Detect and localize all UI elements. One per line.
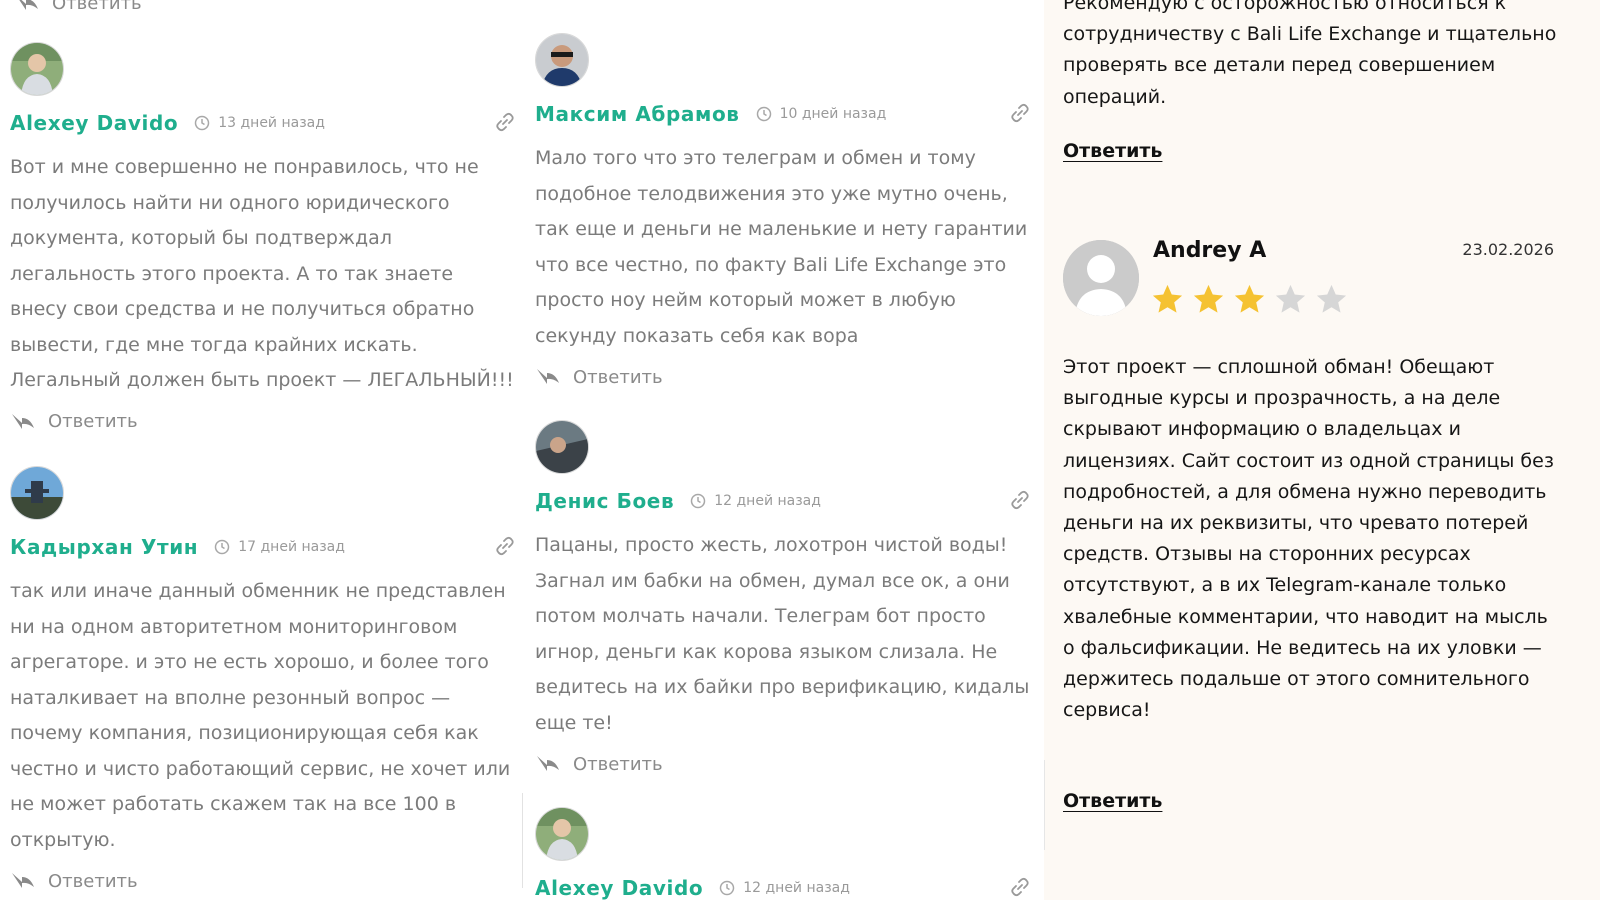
avatar[interactable] xyxy=(535,33,589,87)
clock-icon xyxy=(719,880,735,896)
star-filled-icon xyxy=(1152,284,1183,313)
comment: Alexey Davido 13 дней назад Вот и мне со… xyxy=(10,42,515,437)
comment: Максим Абрамов 10 дней назад Мало того ч… xyxy=(535,33,1030,392)
link-icon[interactable] xyxy=(1010,103,1030,123)
clock-icon xyxy=(194,115,210,131)
comment-author[interactable]: Максим Абрамов xyxy=(535,102,740,126)
reply-arrow-icon xyxy=(537,369,559,384)
comment-author[interactable]: Alexey Davido xyxy=(10,111,178,135)
comment-text: Мало того что это телеграм и обмен и том… xyxy=(535,147,1028,347)
comment-author[interactable]: Кадырхан Утин xyxy=(10,535,198,559)
review-date: 23.02.2026 xyxy=(1462,240,1554,259)
reply-arrow-icon xyxy=(12,413,34,429)
review-text: Этот проект — сплошной обман! Обещают вы… xyxy=(1063,356,1554,722)
review-panel: Рекомендую с осторожностью относиться к … xyxy=(1044,0,1600,900)
reply-button[interactable]: Ответить xyxy=(535,749,1030,779)
rating-stars xyxy=(1150,282,1349,317)
avatar[interactable] xyxy=(535,420,589,474)
comment: Alexey Davido 12 дней назад xyxy=(535,807,1030,905)
reply-button[interactable]: Ответить xyxy=(10,866,515,896)
comment-time: 12 дней назад xyxy=(719,880,850,896)
column-divider xyxy=(522,793,523,888)
comment-text: Вот и мне совершенно не понравилось, что… xyxy=(10,156,514,391)
star-filled-icon xyxy=(1193,284,1224,313)
comment-time: 12 дней назад xyxy=(690,493,821,509)
avatar[interactable] xyxy=(10,42,64,96)
star-empty-icon xyxy=(1316,284,1347,313)
comment-author[interactable]: Alexey Davido xyxy=(535,876,703,900)
link-icon[interactable] xyxy=(1010,490,1030,510)
avatar[interactable] xyxy=(10,466,64,520)
star-filled-icon xyxy=(1234,284,1265,313)
avatar xyxy=(1063,240,1139,316)
user-placeholder-icon xyxy=(1063,240,1139,316)
link-icon[interactable] xyxy=(495,536,515,556)
reply-label: Ответить xyxy=(573,753,663,775)
reply-button[interactable]: Ответить xyxy=(1063,140,1162,162)
clock-icon xyxy=(214,539,230,555)
reply-label: Ответить xyxy=(48,870,138,892)
reply-arrow-icon xyxy=(19,0,38,10)
link-icon[interactable] xyxy=(1010,877,1030,897)
reply-button[interactable]: Ответить xyxy=(1063,790,1162,812)
reply-label: Ответить xyxy=(52,0,142,14)
comment-time: 17 дней назад xyxy=(214,539,345,555)
clock-icon xyxy=(690,493,706,509)
comment-text: Пацаны, просто жесть, лохотрон чистой во… xyxy=(535,534,1030,734)
review-text: Рекомендую с осторожностью относиться к … xyxy=(1063,0,1557,108)
link-icon[interactable] xyxy=(495,112,515,132)
avatar[interactable] xyxy=(535,807,589,861)
clock-icon xyxy=(756,106,771,122)
review-author: Andrey A xyxy=(1153,238,1267,263)
reply-button[interactable]: Ответить xyxy=(10,407,515,437)
reply-button[interactable]: Ответить xyxy=(535,362,1030,392)
reply-label: Ответить xyxy=(48,411,138,432)
reply-arrow-icon xyxy=(537,756,559,771)
reply-button[interactable]: Ответить xyxy=(14,0,142,18)
comment-text: так или иначе данный обменник не предста… xyxy=(10,580,511,851)
comment: Кадырхан Утин 17 дней назад так или инач… xyxy=(10,466,515,896)
panel-divider xyxy=(1044,760,1045,850)
comment: Денис Боев 12 дней назад Пацаны, просто … xyxy=(535,420,1030,779)
comment-time: 13 дней назад xyxy=(194,115,325,131)
reply-arrow-icon xyxy=(12,873,34,888)
comment-author[interactable]: Денис Боев xyxy=(535,489,674,513)
reply-label: Ответить xyxy=(573,366,663,388)
comment-time: 10 дней назад xyxy=(756,106,886,122)
star-empty-icon xyxy=(1275,284,1306,313)
